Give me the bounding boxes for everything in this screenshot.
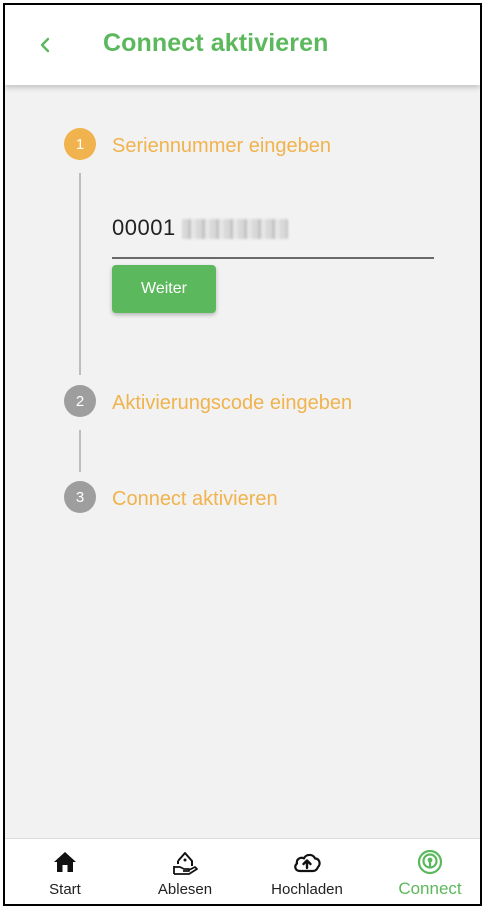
next-button[interactable]: Weiter bbox=[112, 265, 216, 313]
back-button[interactable] bbox=[25, 25, 65, 65]
nav-item-connect[interactable]: Connect bbox=[375, 839, 480, 904]
app-screen: Connect aktivieren 1 Seriennummer eingeb… bbox=[3, 3, 482, 906]
cloud-upload-icon bbox=[294, 853, 321, 873]
step-3-label[interactable]: Connect aktivieren bbox=[112, 488, 278, 511]
page-title: Connect aktivieren bbox=[103, 29, 329, 57]
app-header: Connect aktivieren bbox=[5, 5, 480, 85]
nav-item-ablesen[interactable]: Ablesen bbox=[130, 839, 240, 904]
step-2-badge: 2 bbox=[64, 385, 96, 417]
home-icon bbox=[54, 852, 76, 872]
serial-number-value: 00001 bbox=[112, 215, 176, 240]
step-1-badge: 1 bbox=[64, 128, 96, 160]
step-2-label[interactable]: Aktivierungscode eingeben bbox=[112, 392, 352, 415]
nav-label-ablesen: Ablesen bbox=[157, 881, 213, 898]
step-3-badge: 3 bbox=[64, 481, 96, 513]
bottom-navigation: Start Ablesen Hochladen Connect bbox=[5, 838, 480, 904]
step-connector-1 bbox=[79, 173, 81, 375]
connect-signal-icon bbox=[417, 849, 443, 875]
nav-item-hochladen[interactable]: Hochladen bbox=[252, 839, 362, 904]
nav-label-connect: Connect bbox=[398, 879, 462, 898]
nav-label-start: Start bbox=[49, 881, 81, 898]
serial-input-underline bbox=[112, 257, 434, 259]
meter-reading-icon bbox=[173, 852, 198, 875]
nav-item-start[interactable]: Start bbox=[10, 839, 120, 904]
step-connector-2 bbox=[79, 430, 81, 472]
nav-label-hochladen: Hochladen bbox=[271, 881, 343, 898]
redacted-serial bbox=[181, 219, 288, 240]
chevron-left-icon bbox=[40, 37, 50, 53]
serial-number-input[interactable]: 00001 bbox=[112, 215, 288, 241]
step-1-label[interactable]: Seriennummer eingeben bbox=[112, 135, 331, 158]
